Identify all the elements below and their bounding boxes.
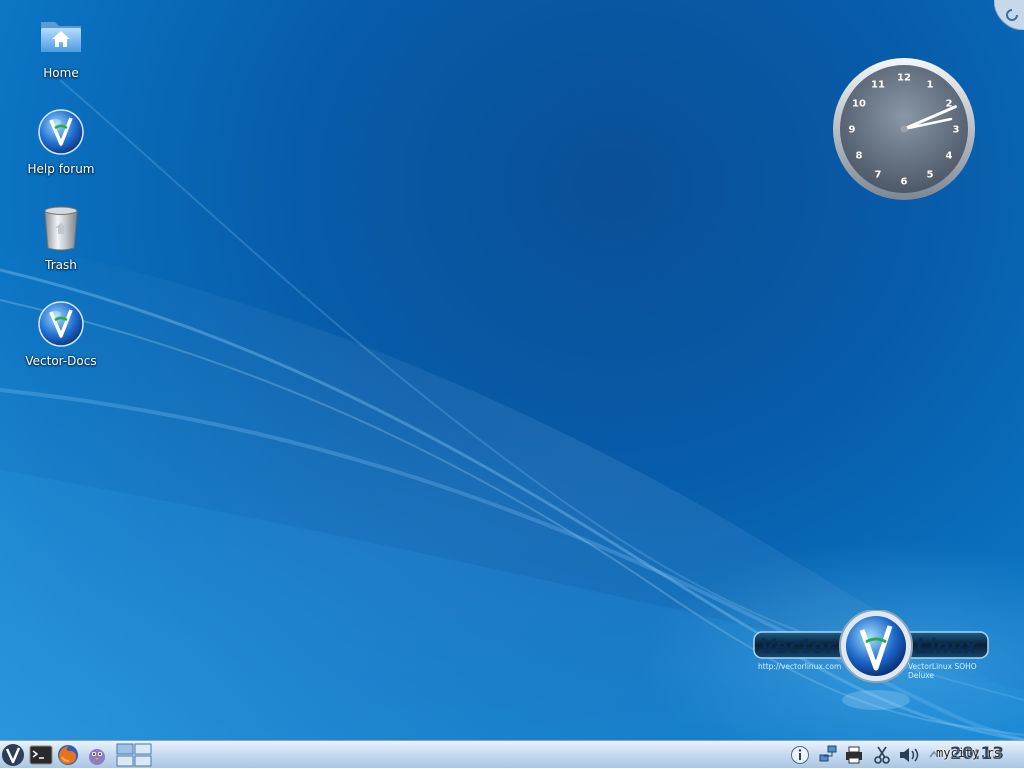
clock-numeral: 3 (953, 125, 960, 136)
clock-numeral: 4 (946, 151, 953, 162)
desktop-icon-home[interactable]: Home (13, 12, 109, 81)
pager-icon[interactable] (116, 743, 152, 767)
home-folder-icon (41, 22, 81, 52)
clock-hub (900, 125, 908, 133)
network-icon[interactable] (818, 745, 838, 765)
desktop-icon-vector-docs[interactable]: Vector-Docs (13, 300, 109, 369)
brand-edition: VectorLinux SOHO Deluxe (908, 662, 977, 680)
printer-icon[interactable] (844, 745, 864, 765)
clock-numeral: 9 (849, 125, 856, 136)
desktop[interactable]: Home Help forum Trash Vector-Docs 12 1 2… (0, 0, 1024, 740)
clock-numeral: 11 (871, 80, 885, 91)
trash-icon (44, 206, 78, 251)
clock-numeral: 6 (901, 177, 908, 188)
terminal-icon[interactable] (29, 743, 53, 767)
taskbar: 20:13 (0, 740, 1024, 768)
brand-url: http://vectorlinux.com (758, 662, 842, 671)
clock-numeral: 1 (927, 80, 934, 91)
desktop-icon-label: Trash (45, 258, 77, 272)
desktop-icon-label: Help forum (27, 162, 95, 176)
brand-vector-text: Vector (760, 634, 836, 658)
pidgin-icon[interactable] (85, 743, 109, 767)
firefox-icon[interactable] (56, 743, 80, 767)
clock-numeral: 5 (927, 170, 934, 181)
analog-clock-widget[interactable]: 121234567891011 (830, 55, 978, 203)
clock-numeral: 8 (856, 151, 863, 162)
vector-menu-icon[interactable] (1, 743, 25, 767)
vector-globe-icon (38, 109, 84, 155)
clock-numeral: 7 (875, 170, 882, 181)
brand-linux-text: Linux™ (916, 634, 984, 658)
volume-icon[interactable] (898, 745, 922, 765)
vector-globe-icon (38, 301, 84, 347)
desktop-icon-help-forum[interactable]: Help forum (13, 108, 109, 177)
desktop-toolbox-button[interactable] (994, 0, 1024, 30)
clock-numeral: 10 (852, 99, 866, 110)
watermark-text: mycity.rs (936, 746, 1002, 760)
clock-numeral: 12 (897, 73, 911, 84)
desktop-icon-trash[interactable]: Trash (13, 204, 109, 273)
vectorlinux-logo: Vector Linux™ http://vectorlinux.com Vec… (752, 610, 992, 720)
info-icon[interactable] (790, 745, 810, 765)
desktop-icon-label: Vector-Docs (25, 354, 97, 368)
desktop-icon-label: Home (43, 66, 79, 80)
clipboard-scissors-icon[interactable] (872, 745, 892, 765)
